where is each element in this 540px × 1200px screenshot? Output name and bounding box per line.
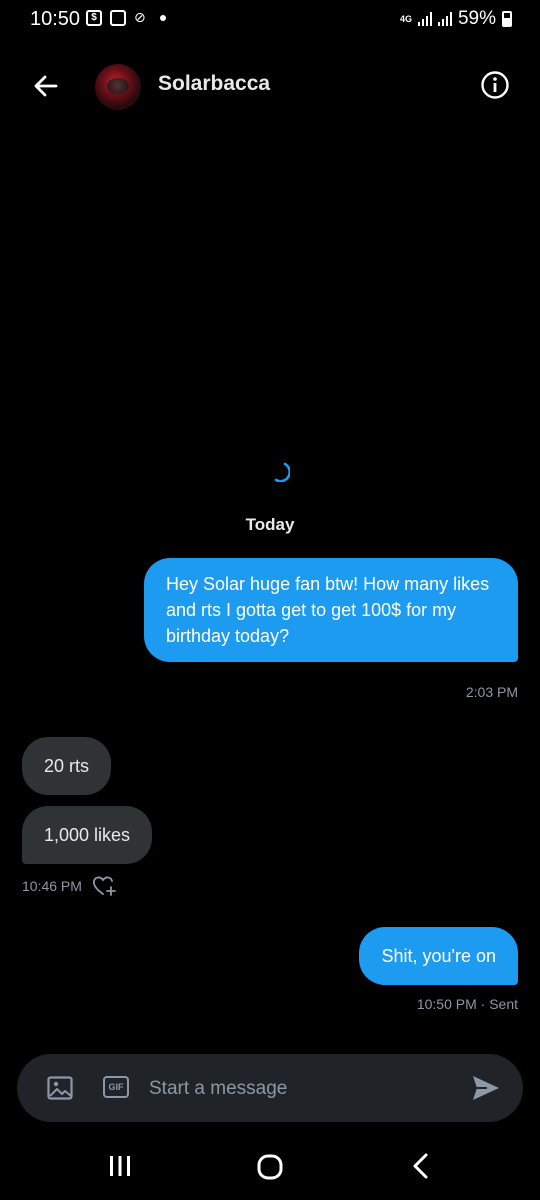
network-type: 4G [399, 13, 412, 24]
conversation-header: Solarbacca [0, 56, 540, 116]
contact-name[interactable]: Solarbacca [158, 72, 270, 96]
info-icon[interactable] [480, 70, 510, 100]
battery-icon [502, 11, 512, 27]
home-icon[interactable] [257, 1154, 283, 1180]
date-separator: Today [245, 515, 295, 534]
message-bubble-sent[interactable]: Hey Solar huge fan btw! How many likes a… [144, 558, 518, 662]
system-status: 4G 59% [400, 8, 512, 30]
signal-icon-2 [437, 12, 452, 26]
gallery-icon [110, 9, 126, 26]
message-timestamp: 10:46 PM [22, 875, 118, 897]
message-text: Shit, you're on [381, 946, 496, 966]
image-icon[interactable] [47, 1076, 73, 1100]
back-arrow-icon[interactable] [30, 70, 62, 102]
gif-icon[interactable]: GIF [103, 1076, 129, 1098]
recents-icon[interactable] [107, 1154, 133, 1178]
system-nav-bar [0, 1130, 540, 1200]
loading-spinner-icon [274, 462, 290, 482]
message-text: Hey Solar huge fan btw! How many likes a… [166, 574, 490, 646]
message-composer: GIF [17, 1054, 523, 1122]
shop-icon: $ [86, 9, 102, 26]
message-bubble-sent[interactable]: Shit, you're on [359, 927, 518, 985]
send-icon[interactable] [471, 1074, 501, 1102]
message-timestamp: 2:03 PM [465, 684, 518, 700]
avatar[interactable] [95, 64, 141, 110]
battery-percent: 59% [457, 8, 496, 29]
message-bubble-received[interactable]: 20 rts [22, 737, 112, 795]
message-input[interactable] [147, 1072, 451, 1106]
status-bar: 10:50 $ ⊘ 4G 59% [0, 0, 540, 40]
react-heart-icon[interactable] [92, 875, 118, 897]
message-text: 1,000 likes [44, 825, 131, 845]
back-icon[interactable] [408, 1152, 434, 1180]
message-text: 20 rts [44, 756, 90, 776]
message-status: 10:50 PM · Sent [416, 996, 518, 1012]
message-bubble-received[interactable]: 1,000 likes [22, 806, 153, 864]
mute-icon: ⊘ [134, 9, 146, 25]
signal-icon [417, 12, 432, 26]
timestamp-text: 10:46 PM [22, 878, 82, 894]
status-time: 10:50 [30, 8, 81, 30]
dot-icon [159, 14, 166, 21]
notification-icons: $ ⊘ [86, 9, 166, 26]
